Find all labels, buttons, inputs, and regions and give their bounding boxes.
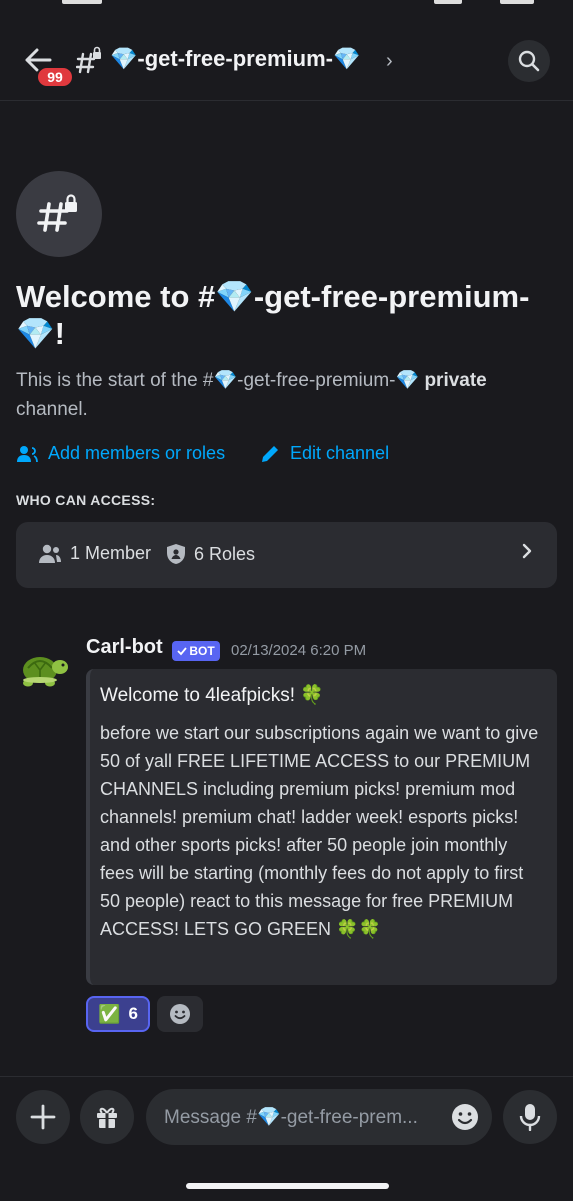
search-icon	[518, 50, 540, 72]
who-can-access-label: WHO CAN ACCESS:	[16, 492, 156, 508]
edit-channel-link[interactable]: Edit channel	[260, 443, 389, 464]
microphone-icon	[519, 1104, 541, 1131]
voice-message-button[interactable]	[503, 1090, 557, 1144]
intro-text-end: channel.	[16, 399, 88, 420]
gift-button[interactable]	[80, 1090, 134, 1144]
welcome-title: Welcome to #💎-get-free-premium-💎!	[16, 279, 530, 351]
checkmark-icon	[177, 647, 188, 656]
channel-title[interactable]: 💎-get-free-premium-💎	[110, 46, 360, 72]
emoji-icon[interactable]	[450, 1102, 480, 1132]
reaction-count: 6	[128, 1004, 138, 1023]
add-members-link[interactable]: Add members or roles	[16, 443, 225, 464]
chevron-right-icon	[521, 542, 533, 566]
gift-icon	[97, 1107, 117, 1128]
add-reaction-button[interactable]	[157, 996, 203, 1032]
channel-icon	[16, 171, 102, 257]
intro-text-start: This is the start of the #💎-get-free-pre…	[16, 370, 425, 391]
channel-header: 99 💎-get-free-premium-💎 ›	[0, 0, 573, 101]
message-timestamp: 02/13/2024 6:20 PM	[231, 642, 367, 659]
bot-tag: BOT	[172, 641, 220, 661]
unread-badge: 99	[36, 66, 74, 88]
people-icon	[39, 544, 61, 563]
add-icon	[30, 1104, 56, 1130]
locked-hash-icon	[76, 46, 101, 74]
embed-body: before we start our subscriptions again …	[100, 723, 539, 939]
channel-intro-text: This is the start of the #💎-get-free-pre…	[16, 366, 561, 424]
add-members-label: Add members or roles	[48, 443, 226, 463]
message-embed: Welcome to 4leafpicks! 🍀 before we start…	[86, 669, 557, 985]
add-attachment-button[interactable]	[16, 1090, 70, 1144]
bot-tag-label: BOT	[189, 644, 215, 658]
message-author[interactable]: Carl-bot	[86, 636, 163, 659]
message-placeholder: Message #💎-get-free-prem...	[164, 1107, 418, 1128]
locked-hash-icon	[37, 194, 77, 232]
roles-label: 6 Roles	[194, 543, 256, 564]
embed-title: Welcome to 4leafpicks! 🍀	[100, 685, 324, 706]
emoji-icon	[170, 1004, 190, 1024]
reaction-check[interactable]: ✅ 6	[86, 996, 150, 1032]
home-indicator	[186, 1183, 389, 1189]
intro-text-private: private	[424, 370, 487, 391]
search-button[interactable]	[508, 40, 550, 82]
turtle-avatar[interactable]	[16, 640, 70, 694]
roles-count: 6 Roles	[166, 543, 255, 565]
chevron-right-icon[interactable]: ›	[386, 50, 393, 73]
pencil-icon	[262, 445, 278, 462]
people-icon	[17, 445, 38, 462]
message-input[interactable]: Message #💎-get-free-prem...	[146, 1089, 492, 1145]
members-count: 1 Member	[38, 543, 151, 564]
members-label: 1 Member	[70, 543, 152, 563]
shield-icon	[167, 544, 185, 564]
reaction-emoji: ✅	[98, 1003, 121, 1024]
access-card[interactable]: 1 Member 6 Roles	[16, 522, 557, 588]
edit-channel-label: Edit channel	[290, 443, 390, 463]
